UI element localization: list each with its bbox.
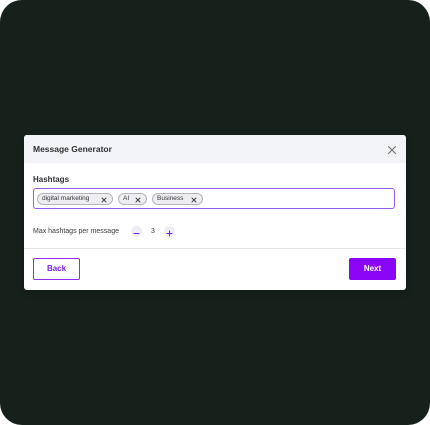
- next-button[interactable]: Next: [349, 258, 396, 280]
- dialog-header: Message Generator: [24, 135, 406, 163]
- hashtag-chip-label: AI: [123, 195, 130, 202]
- close-icon[interactable]: [386, 143, 398, 155]
- back-button[interactable]: Back: [33, 258, 80, 280]
- hashtag-chip-label: digital marketing: [42, 195, 90, 202]
- close-icon[interactable]: [191, 197, 197, 203]
- app-backdrop: Message Generator Hashtags digital marke…: [0, 0, 430, 425]
- dialog-title: Message Generator: [33, 144, 112, 154]
- close-icon[interactable]: [135, 197, 141, 203]
- plus-icon[interactable]: [164, 226, 175, 237]
- hashtag-chip-label: Business: [157, 195, 184, 202]
- hashtags-label: Hashtags: [33, 175, 70, 184]
- minus-icon[interactable]: [131, 226, 142, 237]
- hashtags-input[interactable]: digital marketing AI Business: [33, 188, 395, 209]
- max-hashtags-value: 3: [151, 228, 155, 235]
- hashtag-chip: digital marketing: [37, 193, 113, 205]
- close-icon[interactable]: [101, 197, 107, 203]
- hashtag-chip: AI: [118, 193, 147, 205]
- message-generator-dialog: Message Generator Hashtags digital marke…: [24, 135, 406, 290]
- footer-divider: [24, 248, 406, 249]
- max-hashtags-label: Max hashtags per message: [33, 228, 119, 235]
- hashtag-chip: Business: [152, 193, 203, 205]
